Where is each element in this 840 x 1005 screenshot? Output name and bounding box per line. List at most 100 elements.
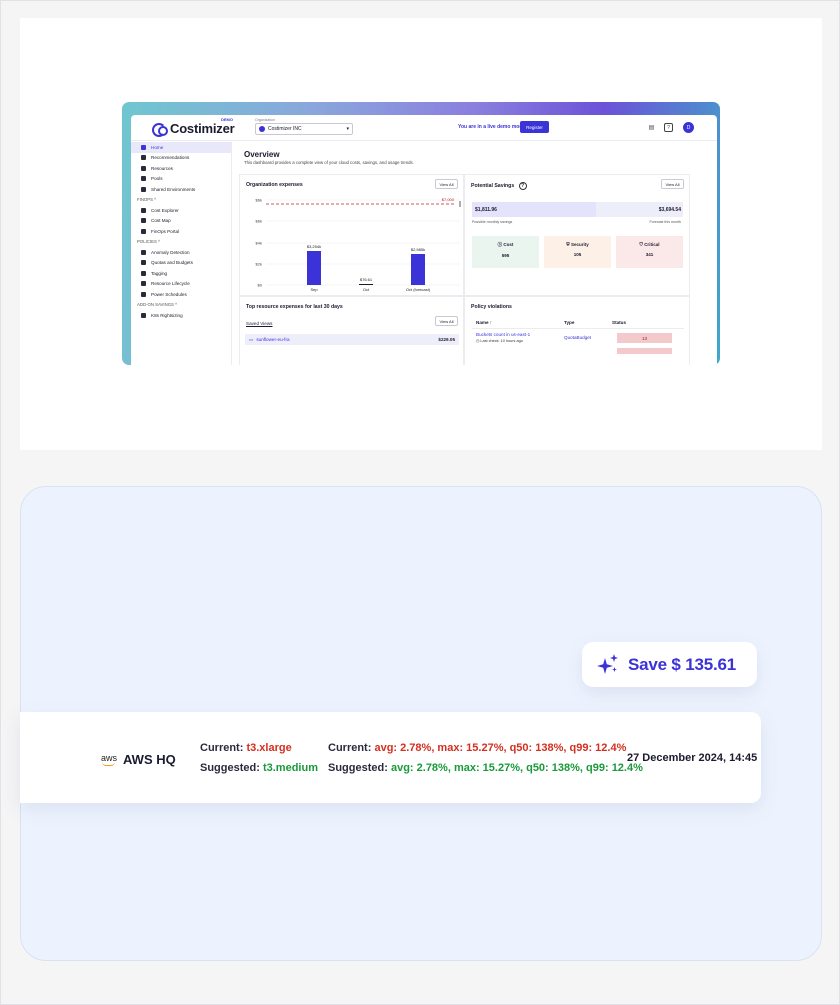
chevron-down-icon: ▾ xyxy=(346,126,349,132)
sidebar-item-label: Anomaly Detection xyxy=(151,249,190,255)
column-status[interactable]: Status xyxy=(612,320,626,325)
sidebar-item-pools[interactable]: Pools xyxy=(131,174,231,185)
live-demo-notice: You are in a live demo mode xyxy=(458,124,526,130)
current-label: Current: xyxy=(200,742,244,754)
bar-value-label: $2,985k xyxy=(411,247,425,252)
sidebar-item-label: Shared Environments xyxy=(151,186,196,192)
user-avatar[interactable]: D xyxy=(683,122,694,133)
tile-label: Cost xyxy=(503,242,514,247)
tile-value: 595 xyxy=(501,253,510,258)
bucket-icon: ▭ xyxy=(249,336,254,342)
table-row[interactable]: ▭ sunflower-eu-fra $229.05 xyxy=(245,334,459,345)
book-icon[interactable]: ▤ xyxy=(647,123,656,132)
clock-icon: ◷ xyxy=(476,339,480,343)
resources-icon xyxy=(141,165,146,171)
app-logo[interactable]: Costimizer xyxy=(152,121,235,137)
critical-tile[interactable]: ⛉ Critical 341 xyxy=(616,236,683,268)
aws-logo-icon: aws xyxy=(101,753,117,766)
portal-icon xyxy=(141,228,146,234)
sidebar-item-label: Home xyxy=(151,144,164,150)
column-type[interactable]: Type xyxy=(564,320,574,325)
app-window: Costimizer DEMO Organization Costimizer … xyxy=(131,115,717,365)
resource-amount: $229.05 xyxy=(438,337,455,342)
sidebar-item-tagging[interactable]: Tagging xyxy=(131,268,231,279)
suggested-metrics-values: avg: 2.78%, max: 15.27%, q50: 138%, q99:… xyxy=(390,762,643,774)
sidebar-item-quotas-and-budgets[interactable]: Quotas and Budgets xyxy=(131,258,231,269)
kubernetes-icon xyxy=(141,312,146,318)
logo-text: Costimizer xyxy=(170,121,235,136)
sidebar-item-label: Pools xyxy=(151,176,163,182)
sidebar-item-label: Cost Map xyxy=(151,218,171,224)
top-resources-panel: Top resource expenses for last 30 days S… xyxy=(239,296,464,365)
tile-label: Critical xyxy=(644,242,660,247)
last-check-text: Last check: 10 hours ago xyxy=(480,339,523,343)
panel-title: Top resource expenses for last 30 days xyxy=(246,304,343,310)
sparkles-icon xyxy=(597,653,618,674)
sidebar-section-policies[interactable]: POLICIES ^ xyxy=(131,237,231,248)
sidebar-item-finops-portal[interactable]: FinOps Portal xyxy=(131,226,231,237)
organization-expenses-panel: Organization expenses View All $6k $6k $4k… xyxy=(239,174,464,296)
sidebar-item-cost-map[interactable]: Cost Map xyxy=(131,216,231,227)
sidebar-item-cost-explorer[interactable]: Cost Explorer xyxy=(131,205,231,216)
quota-icon xyxy=(141,260,146,266)
sidebar-item-shared-environments[interactable]: Shared Environments xyxy=(131,184,231,195)
dashboard-preview-card: Costimizer DEMO Organization Costimizer … xyxy=(20,18,822,450)
organization-selector[interactable]: Organization Costimizer INC ▾ xyxy=(255,118,353,135)
policy-row-type: QuotaBudget xyxy=(564,335,592,340)
resource-name-link[interactable]: sunflower-eu-fra xyxy=(256,337,289,342)
saved-views-link[interactable]: Saved Views xyxy=(246,321,272,326)
potential-savings-title: Potential Savings xyxy=(471,183,515,189)
tag-icon xyxy=(141,270,146,276)
sidebar-item-recommendations[interactable]: Recommendations xyxy=(131,153,231,164)
org-select[interactable]: Costimizer INC ▾ xyxy=(255,123,353,135)
sidebar-item-resources[interactable]: Resources xyxy=(131,163,231,174)
sidebar-item-power-schedules[interactable]: Power Schedules xyxy=(131,289,231,300)
policy-row-subtext: ◷ Last check: 10 hours ago xyxy=(476,338,523,343)
suggested-instance-type: t3.medium xyxy=(262,762,318,774)
cost-tile[interactable]: ⓢ Cost 595 xyxy=(472,236,539,268)
page-title: Overview xyxy=(244,150,280,159)
sidebar-item-label: K8s Rightsizing xyxy=(151,312,183,318)
suggested-metrics: Suggested: avg: 2.78%, max: 15.27%, q50:… xyxy=(328,762,643,774)
alert-shield-icon: ⛉ xyxy=(639,242,643,247)
cost-explorer-icon xyxy=(141,207,146,213)
current-metrics-label: Current: xyxy=(328,742,372,754)
current-metrics-values: avg: 2.78%, max: 15.27%, q50: 138%, q99:… xyxy=(374,742,627,754)
x-tick-label: Oct (forecast) xyxy=(406,287,431,292)
globe-icon xyxy=(141,218,146,224)
potential-savings-panel: Potential Savings ? View All $1,811.96 $… xyxy=(464,174,690,296)
demo-badge: DEMO xyxy=(221,117,233,122)
page-description: This dashboard provides a complete view … xyxy=(244,160,414,165)
policy-row-name-link[interactable]: Buckets count in us-east-1 xyxy=(476,332,530,337)
forecast-caption: Forecast this month xyxy=(649,220,681,224)
policy-table-header: Name ↑ Type Status xyxy=(472,319,684,329)
current-metrics: Current: avg: 2.78%, max: 15.27%, q50: 1… xyxy=(328,742,626,754)
help-icon[interactable]: ? xyxy=(664,123,673,132)
account-info: aws AWS HQ xyxy=(101,752,176,767)
suggested-instance: Suggested: t3.medium xyxy=(200,762,318,774)
forecast-value: $3,694.54 xyxy=(658,207,681,213)
suggested-label: Suggested: xyxy=(200,762,260,774)
sidebar-section-addon-savings[interactable]: ADD-ON SAVINGS ^ xyxy=(131,300,231,311)
security-tile[interactable]: ⛨ Security 105 xyxy=(544,236,611,268)
savings-view-all-button[interactable]: View All xyxy=(661,179,684,189)
sidebar-item-resource-lifecycle[interactable]: Resource Lifecycle xyxy=(131,279,231,290)
help-circle-icon[interactable]: ? xyxy=(518,182,527,190)
sidebar-item-label: Cost Explorer xyxy=(151,207,179,213)
sidebar-item-home[interactable]: Home xyxy=(131,142,231,153)
column-name[interactable]: Name ↑ xyxy=(476,320,492,325)
current-instance: Current: t3.xlarge xyxy=(200,742,292,754)
top-resources-view-all-button[interactable]: View All xyxy=(435,316,458,326)
home-icon xyxy=(141,144,146,150)
panel-title: Organization expenses xyxy=(246,182,303,188)
recommendation-date: 27 December 2024, 14:45 xyxy=(627,752,758,764)
register-button[interactable]: Register xyxy=(520,121,549,133)
sidebar-item-k8s-rightsizing[interactable]: K8s Rightsizing xyxy=(131,310,231,321)
expenses-view-all-button[interactable]: View All xyxy=(435,179,458,189)
sidebar-item-anomaly-detection[interactable]: Anomaly Detection xyxy=(131,247,231,258)
sidebar-section-finops[interactable]: FINOPS ^ xyxy=(131,195,231,206)
sidebar: Home Recommendations Resources Pools Sha… xyxy=(131,142,232,365)
anomaly-icon xyxy=(141,249,146,255)
sidebar-item-label: Recommendations xyxy=(151,155,190,161)
recommendations-icon xyxy=(141,155,146,161)
